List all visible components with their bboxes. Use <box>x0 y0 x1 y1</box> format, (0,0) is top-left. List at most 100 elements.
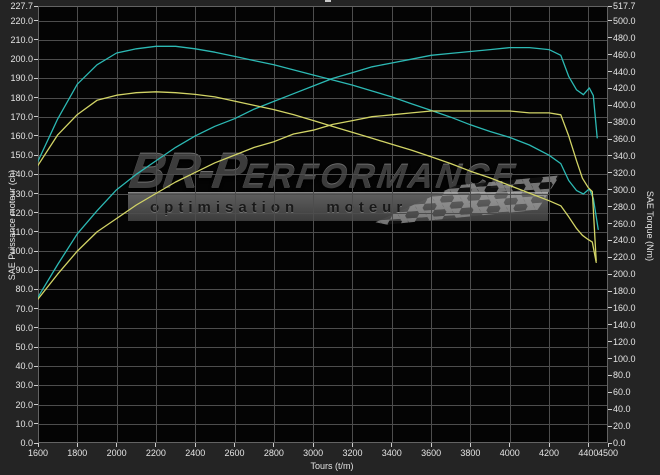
tick-mark <box>34 173 38 175</box>
tick-mark <box>76 443 78 447</box>
tick-mark <box>608 307 612 309</box>
y-left-tick-label: 170.0 <box>10 111 33 122</box>
tick-mark <box>608 408 612 410</box>
tick-mark <box>587 443 589 447</box>
y-left-tick-label: 190.0 <box>10 73 33 84</box>
y-right-tick-label: 20.0 <box>613 421 631 432</box>
tick-mark <box>34 20 38 22</box>
tick-mark <box>608 189 612 191</box>
tick-mark <box>608 341 612 343</box>
tick-mark <box>608 273 612 275</box>
y-right-tick-label: 160.0 <box>613 302 636 313</box>
tick-mark <box>34 269 38 271</box>
tick-mark <box>608 155 612 157</box>
tick-mark <box>34 154 38 156</box>
tick-mark <box>34 135 38 137</box>
tick-mark <box>608 20 612 22</box>
dyno-chart-screen: BR-PERFORMANCE optimisation moteur 227.7… <box>0 0 660 475</box>
x-tick-label: 4000 <box>499 448 520 458</box>
tick-mark <box>469 443 471 447</box>
tick-mark <box>608 54 612 56</box>
y-left-tick-label: 20.0 <box>15 399 33 410</box>
tick-mark <box>608 358 612 360</box>
tick-mark <box>34 423 38 425</box>
tick-mark <box>608 138 612 140</box>
y-right-tick-label: 360.0 <box>613 134 636 145</box>
y-left-tick-label: 180.0 <box>10 92 33 103</box>
tick-mark <box>34 288 38 290</box>
tick-mark <box>608 374 612 376</box>
y-right-tick-label: 140.0 <box>613 319 636 330</box>
tick-mark <box>509 443 511 447</box>
tick-mark <box>34 346 38 348</box>
x-tick-label: 3000 <box>303 448 324 458</box>
tick-mark <box>608 223 612 225</box>
tick-mark <box>34 384 38 386</box>
y-right-tick-label: 500.0 <box>613 15 636 26</box>
tick-mark <box>608 442 612 444</box>
x-tick-label: 4200 <box>539 448 560 458</box>
x-tick-label: 2800 <box>263 448 284 458</box>
y-left-tick-label: 220.0 <box>10 15 33 26</box>
x-tick-label: 3600 <box>421 448 442 458</box>
y-left-tick-label: 160.0 <box>10 130 33 141</box>
tick-mark <box>273 443 275 447</box>
y-right-tick-label: 420.0 <box>613 83 636 94</box>
tick-mark <box>34 231 38 233</box>
tick-mark <box>391 443 393 447</box>
tick-mark <box>351 443 353 447</box>
y-left-tick-label: 60.0 <box>15 322 33 333</box>
tick-mark <box>608 87 612 89</box>
y-left-tick-label: 10.0 <box>15 418 33 429</box>
tick-mark <box>608 391 612 393</box>
y-right-tick-label: 340.0 <box>613 150 636 161</box>
y-right-tick-label: 517.7 <box>613 1 636 11</box>
x-tick-label: 3400 <box>381 448 402 458</box>
x-tick-label: 3200 <box>342 448 363 458</box>
tick-mark <box>34 365 38 367</box>
tick-mark <box>608 290 612 292</box>
y-right-tick-label: 320.0 <box>613 167 636 178</box>
tick-mark <box>234 443 236 447</box>
y-right-tick-label: 460.0 <box>613 49 636 60</box>
x-tick-label: 4500 <box>597 448 619 458</box>
y-left-tick-label: 50.0 <box>15 342 33 353</box>
tick-mark <box>608 239 612 241</box>
tick-mark <box>312 443 314 447</box>
tick-mark <box>34 250 38 252</box>
x-tick-label: 1800 <box>67 448 88 458</box>
tick-mark <box>34 77 38 79</box>
tick-mark <box>608 37 612 39</box>
y-left-tick-label: 40.0 <box>15 361 33 372</box>
x-tick-label: 2600 <box>224 448 245 458</box>
y-right-tick-label: 120.0 <box>613 336 636 347</box>
y-left-tick-label: 200.0 <box>10 54 33 65</box>
y-right-tick-label: 40.0 <box>613 404 631 415</box>
plot-area: BR-PERFORMANCE optimisation moteur <box>38 6 608 443</box>
x-tick-label: 2400 <box>185 448 206 458</box>
y-right-tick-label: 180.0 <box>613 286 636 297</box>
tick-mark <box>34 193 38 194</box>
chart-plot-svg <box>38 6 608 443</box>
x-tick-label: 2000 <box>106 448 127 458</box>
tick-mark <box>34 327 38 329</box>
y-right-tick-label: 200.0 <box>613 269 636 280</box>
y-right-tick-label: 100.0 <box>613 353 636 364</box>
x-tick-label: 3800 <box>460 448 481 458</box>
tick-mark <box>608 104 612 106</box>
tick-mark <box>34 308 38 310</box>
y-right-tick-label: 400.0 <box>613 100 636 111</box>
y-left-tick-label: 210.0 <box>10 34 33 45</box>
x-tick-label: 1600 <box>27 448 49 458</box>
screen-artifact <box>325 0 331 2</box>
tick-mark <box>194 443 196 447</box>
y-left-tick-label: 80.0 <box>15 284 33 295</box>
x-axis-title: Tours (t/m) <box>310 461 354 471</box>
tick-mark <box>607 443 609 447</box>
x-tick-label: 2200 <box>145 448 166 458</box>
tick-mark <box>34 39 38 41</box>
y-left-tick-label: 70.0 <box>15 303 33 314</box>
y-right-tick-label: 60.0 <box>613 387 631 398</box>
tick-mark <box>430 443 432 447</box>
tick-mark <box>608 71 612 73</box>
